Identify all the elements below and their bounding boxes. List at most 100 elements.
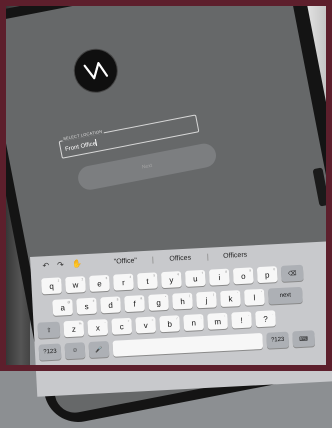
shift-key[interactable]: ⇧ (37, 321, 61, 339)
key-z[interactable]: z% (63, 320, 85, 338)
key-l[interactable]: l " (244, 288, 265, 306)
emoji-key[interactable]: ☺ (64, 342, 86, 360)
key-hint: @ (67, 299, 71, 305)
key-m-label: m (214, 316, 222, 326)
key-k-label: k (228, 293, 233, 304)
location-input-label: SELECT LOCATION (61, 128, 104, 142)
key-r[interactable]: r4 (113, 273, 134, 291)
numbers-key[interactable]: ?123 (38, 343, 62, 361)
key-e[interactable]: e3 (89, 274, 110, 292)
key-c[interactable]: c + (111, 317, 133, 335)
suggestion-item[interactable]: "Office" (98, 256, 152, 266)
key-g-label: g (156, 297, 162, 307)
key-h[interactable]: h( (172, 292, 193, 310)
key-d[interactable]: d $ (100, 296, 122, 314)
mic-key[interactable]: 🎤 (88, 341, 110, 359)
key-o-label: o (240, 271, 246, 281)
key-d-label: d (108, 300, 114, 310)
key-u[interactable]: u7 (184, 269, 206, 287)
key-x-label: x (95, 322, 101, 333)
key-p-label: p (264, 269, 270, 280)
key-j[interactable]: j) (196, 291, 217, 309)
location-input-value: Front Office (64, 141, 97, 153)
key-hint: 8 (225, 269, 228, 274)
numbers-key-label: ?123 (43, 348, 57, 356)
key-w-label: w (72, 280, 79, 290)
key-hint: 9 (249, 268, 252, 273)
delete-key[interactable]: ⌫ (280, 264, 304, 282)
next-key-label: next (279, 292, 292, 299)
key-hint: % (78, 321, 82, 326)
key-k[interactable]: k ' (220, 290, 241, 308)
key-f[interactable]: f & (124, 295, 145, 313)
key-u-label: u (192, 273, 198, 283)
key-hint: ' (237, 291, 239, 296)
key-hint: - (104, 320, 106, 325)
key-hint: . (272, 311, 274, 316)
key-hint: = (151, 317, 154, 322)
key-m[interactable]: m: (207, 312, 229, 330)
key-hint: " (260, 289, 263, 294)
numbers-key-right[interactable]: ?123 (266, 331, 290, 349)
key-o[interactable]: o9 (232, 267, 254, 285)
key-l-label: l (253, 292, 256, 302)
key-hint: ( (189, 293, 191, 298)
undo-icon[interactable]: ↶ (42, 261, 49, 270)
key-hint: * (165, 294, 167, 299)
mic-key-label: 🎤 (95, 346, 103, 354)
suggestion-item[interactable]: Offices (152, 253, 208, 264)
key-hint: 5 (153, 273, 156, 278)
key-exclaim[interactable]: !, (231, 311, 252, 329)
key-n[interactable]: n; (183, 314, 205, 332)
key-i-label: i (218, 272, 221, 282)
key-hint: 0 (273, 267, 276, 272)
key-q[interactable]: q1 (41, 277, 62, 295)
key-p[interactable]: p0 (256, 266, 278, 284)
suggestion-item[interactable]: Officers (207, 250, 263, 261)
key-hint: 6 (177, 272, 180, 277)
space-key[interactable] (112, 332, 264, 357)
key-question-label: ? (263, 314, 269, 324)
app-logo (70, 44, 122, 97)
key-a-label: a (60, 302, 66, 312)
key-g[interactable]: g * (148, 293, 169, 311)
redo-icon[interactable]: ↷ (57, 260, 64, 269)
next-key[interactable]: next (267, 286, 303, 305)
key-hint: 7 (201, 270, 204, 276)
key-t[interactable]: t5 (137, 272, 158, 290)
key-exclaim-label: ! (240, 315, 243, 325)
key-hint: + (127, 318, 130, 323)
key-question[interactable]: ?. (255, 310, 276, 328)
key-s-label: s (84, 301, 89, 311)
onscreen-keyboard: ↶ ↷ ✋ "Office" Offices Officers q1w2e3r4… (30, 239, 332, 397)
key-hint: ) (213, 292, 215, 297)
key-h-label: h (180, 296, 185, 306)
key-hint: 4 (129, 274, 132, 279)
key-hint: 1 (57, 278, 60, 283)
text-cursor (95, 138, 98, 146)
key-hint: # (92, 298, 95, 303)
hide-keyboard-key[interactable]: ⌨ (292, 330, 316, 348)
hide-keyboard-key-label: ⌨ (299, 336, 309, 343)
key-b-label: b (167, 319, 173, 329)
key-a[interactable]: a @ (52, 298, 74, 316)
key-e-label: e (97, 278, 102, 289)
key-r-label: r (121, 277, 126, 287)
key-x[interactable]: x- (87, 319, 109, 337)
delete-key-label: ⌫ (287, 270, 297, 278)
key-z-label: z (71, 324, 77, 334)
key-y[interactable]: y6 (160, 271, 182, 289)
key-hint: & (140, 296, 143, 301)
key-f-label: f (133, 299, 136, 309)
key-s[interactable]: s # (76, 297, 98, 315)
key-w[interactable]: w2 (65, 276, 86, 294)
key-j-label: j (205, 295, 208, 305)
key-v[interactable]: v = (135, 316, 157, 334)
shift-key-label: ⇧ (46, 327, 52, 334)
key-t-label: t (146, 276, 149, 286)
paste-icon[interactable]: ✋ (72, 259, 82, 269)
key-hint: 3 (105, 275, 108, 281)
key-v-label: v (143, 320, 148, 330)
key-b[interactable]: b / (159, 315, 181, 333)
key-i[interactable]: i8 (208, 268, 230, 286)
